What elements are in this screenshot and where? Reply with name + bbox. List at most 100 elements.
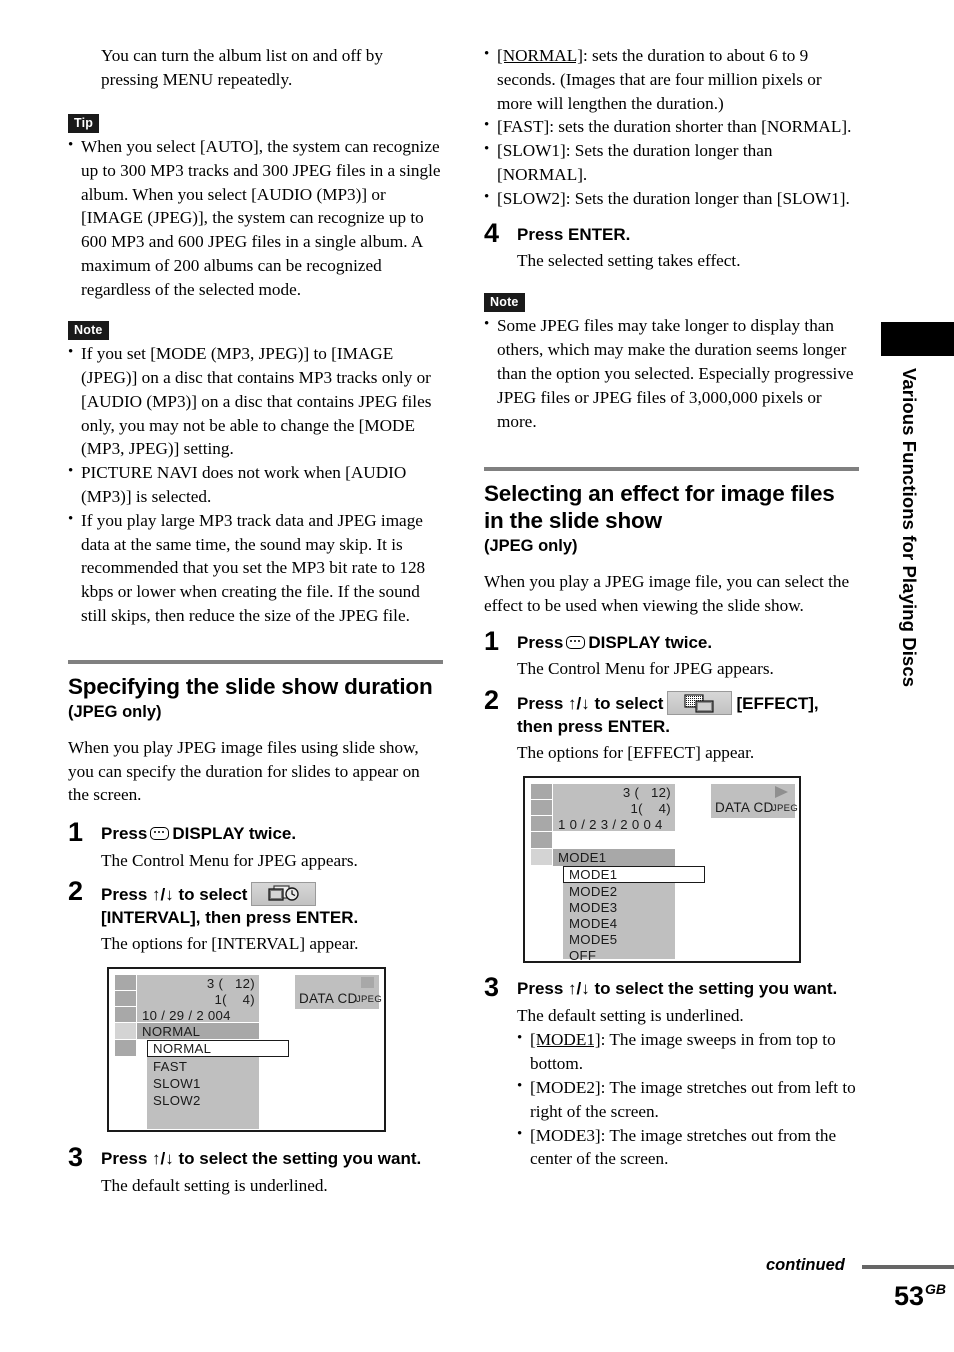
step-heading: Press ↑/↓ to select the setting you want… — [517, 979, 838, 999]
step-body: The default setting is underlined. — [101, 1175, 328, 1195]
osd-icon-slot-selected — [531, 849, 552, 866]
display-icon — [566, 635, 586, 649]
section-header-right: Selecting an effect for image files in t… — [484, 467, 859, 556]
section-header-left: Specifying the slide show duration (JPEG… — [68, 659, 443, 722]
osd-option-4[interactable]: MODE5 — [569, 932, 617, 947]
osd-selected-value: MODE1 — [558, 850, 607, 866]
step-heading-pre: Press ↑/↓ to select — [517, 694, 664, 714]
step-body: The options for [INTERVAL] appear. — [101, 934, 359, 954]
osd-selected-value: NORMAL — [142, 1024, 201, 1040]
step-body: The default setting is underlined. — [517, 1005, 744, 1025]
osd-icon-slot — [531, 832, 552, 849]
page-number-value: 53 — [893, 1281, 924, 1311]
step-body: The selected setting takes effect. — [517, 251, 741, 271]
step-heading-pre: Press ↑/↓ to select — [101, 885, 248, 905]
page-title: Specifying the slide show duration — [68, 673, 433, 699]
step-2: 2 Press ↑/↓ to select [EFFECT], then pre… — [484, 687, 859, 765]
option-desc: : Sets the duration longer than [SLOW1]. — [565, 188, 850, 208]
tv-screen-effect: 3 ( 12) 1( 4) 1 0 / 2 3 / 2 0 0 4 MODE1 … — [523, 776, 801, 964]
page-number-suffix: GB — [925, 1281, 946, 1297]
step-3: 3 Press ↑/↓ to select the setting you wa… — [484, 974, 859, 1172]
display-icon — [150, 827, 170, 841]
step-number: 1 — [68, 817, 84, 848]
effect-icon — [667, 691, 733, 716]
step-heading-pre: Press — [101, 824, 148, 844]
osd-option-0[interactable]: MODE1 — [569, 867, 617, 882]
list-item: PICTURE NAVI does not work when [AUDIO (… — [68, 460, 443, 509]
continued-label: continued — [766, 1256, 845, 1274]
list-item: [FAST]: sets the duration shorter than [… — [484, 114, 859, 139]
osd-disc-label: DATA CD — [299, 991, 358, 1007]
intro-paragraph: You can turn the album list on and off b… — [101, 46, 383, 89]
osd-icon-slot — [531, 816, 552, 832]
step-number: 1 — [484, 625, 500, 656]
osd-option-3[interactable]: SLOW2 — [153, 1093, 201, 1108]
osd-option-1[interactable]: MODE2 — [569, 884, 617, 899]
step-heading: Press DISPLAY twice. — [517, 632, 859, 655]
osd-icon-slot — [115, 1007, 136, 1023]
note-list: If you set [MODE (MP3, JPEG)] to [IMAGE … — [68, 341, 443, 628]
note-badge: Note — [484, 292, 525, 313]
step-body: The Control Menu for JPEG appears. — [517, 659, 774, 679]
osd-option-2[interactable]: MODE3 — [569, 900, 617, 915]
step-1: 1 Press DISPLAY twice. The Control Menu f… — [484, 627, 859, 681]
option-name: [MODE2] — [530, 1077, 601, 1097]
option-name: [MODE1] — [530, 1030, 601, 1050]
step-4: 4 Press ENTER. The selected setting take… — [484, 219, 859, 273]
manual-page: You can turn the album list on and off b… — [0, 0, 954, 1352]
osd-status-square-icon — [361, 977, 374, 989]
step-2: 2 Press ↑/↓ to select [INTERVAL], then p… — [68, 878, 443, 956]
step-heading-post: [INTERVAL], then press ENTER. — [101, 907, 359, 927]
list-item: Some JPEG files may take longer to displ… — [484, 313, 859, 433]
note-list: Some JPEG files may take longer to displ… — [484, 313, 859, 433]
option-name: [MODE3] — [530, 1125, 601, 1145]
interval-options-list: [NORMAL]: sets the duration to about 6 t… — [484, 43, 859, 211]
osd-option-2[interactable]: SLOW1 — [153, 1076, 201, 1091]
step-heading: Press ↑/↓ to select the setting you want… — [101, 1149, 422, 1169]
osd-disc-format: JPEG — [356, 994, 383, 1006]
osd-option-0[interactable]: NORMAL — [153, 1041, 211, 1056]
left-column: You can turn the album list on and off b… — [68, 0, 443, 1198]
section-subtitle: (JPEG only) — [68, 702, 162, 721]
right-column: [NORMAL]: sets the duration to about 6 t… — [484, 0, 859, 1171]
osd-icon-slot — [115, 1040, 136, 1057]
play-triangle-icon — [775, 786, 788, 799]
osd-option-1[interactable]: FAST — [153, 1059, 187, 1074]
osd-icon-slot — [115, 991, 136, 1007]
osd-chapter-line: 1( 4) — [630, 801, 671, 817]
step-heading: Press DISPLAY twice. — [101, 823, 443, 846]
osd-chapter-line: 1( 4) — [214, 992, 255, 1008]
page-title: Selecting an effect for image files in t… — [484, 481, 835, 534]
list-item: [SLOW2]: Sets the duration longer than [… — [484, 186, 859, 211]
section-subtitle: (JPEG only) — [484, 537, 578, 556]
option-name: [SLOW1] — [497, 141, 566, 161]
step-heading: Press ↑/↓ to select [INTERVAL], then pre… — [101, 882, 443, 929]
osd-icon-slot — [531, 800, 552, 816]
section-rule — [484, 467, 859, 472]
osd-icon-slot-selected — [115, 1023, 136, 1040]
tip-badge-wrap: Tip — [68, 113, 443, 134]
step-3: 3 Press ↑/↓ to select the setting you wa… — [68, 1144, 443, 1197]
step-body: The options for [EFFECT] appear. — [517, 743, 755, 763]
list-item: [MODE1]: The image sweeps in from top to… — [517, 1027, 859, 1076]
step-1: 1 Press DISPLAY twice. The Control Menu f… — [68, 819, 443, 872]
list-item: [SLOW1]: Sets the duration longer than [… — [484, 138, 859, 187]
list-item: If you play large MP3 track data and JPE… — [68, 508, 443, 628]
section-intro: When you play JPEG image files using sli… — [68, 737, 420, 805]
step-number: 2 — [68, 876, 84, 907]
step-body: The Control Menu for JPEG appears. — [101, 850, 358, 870]
osd-date-line: 10 / 29 / 2 004 — [142, 1008, 231, 1024]
interval-icon — [251, 882, 317, 907]
list-item: [MODE3]: The image stretches out from th… — [517, 1123, 859, 1172]
section-rule — [68, 659, 443, 664]
step-number: 3 — [68, 1142, 84, 1173]
tv-screen-interval: 3 ( 12) 1( 4) 10 / 29 / 2 004 NORMAL NOR… — [107, 967, 386, 1133]
tip-badge: Tip — [68, 113, 100, 134]
osd-track-line: 3 ( 12) — [206, 976, 255, 992]
footer-rule — [862, 1265, 954, 1269]
osd-option-5[interactable]: OFF — [569, 948, 596, 963]
step-heading-post: DISPLAY twice. — [588, 632, 713, 652]
step-heading-pre: Press — [517, 632, 564, 652]
osd-option-3[interactable]: MODE4 — [569, 916, 617, 931]
side-tab-marker — [881, 322, 954, 356]
